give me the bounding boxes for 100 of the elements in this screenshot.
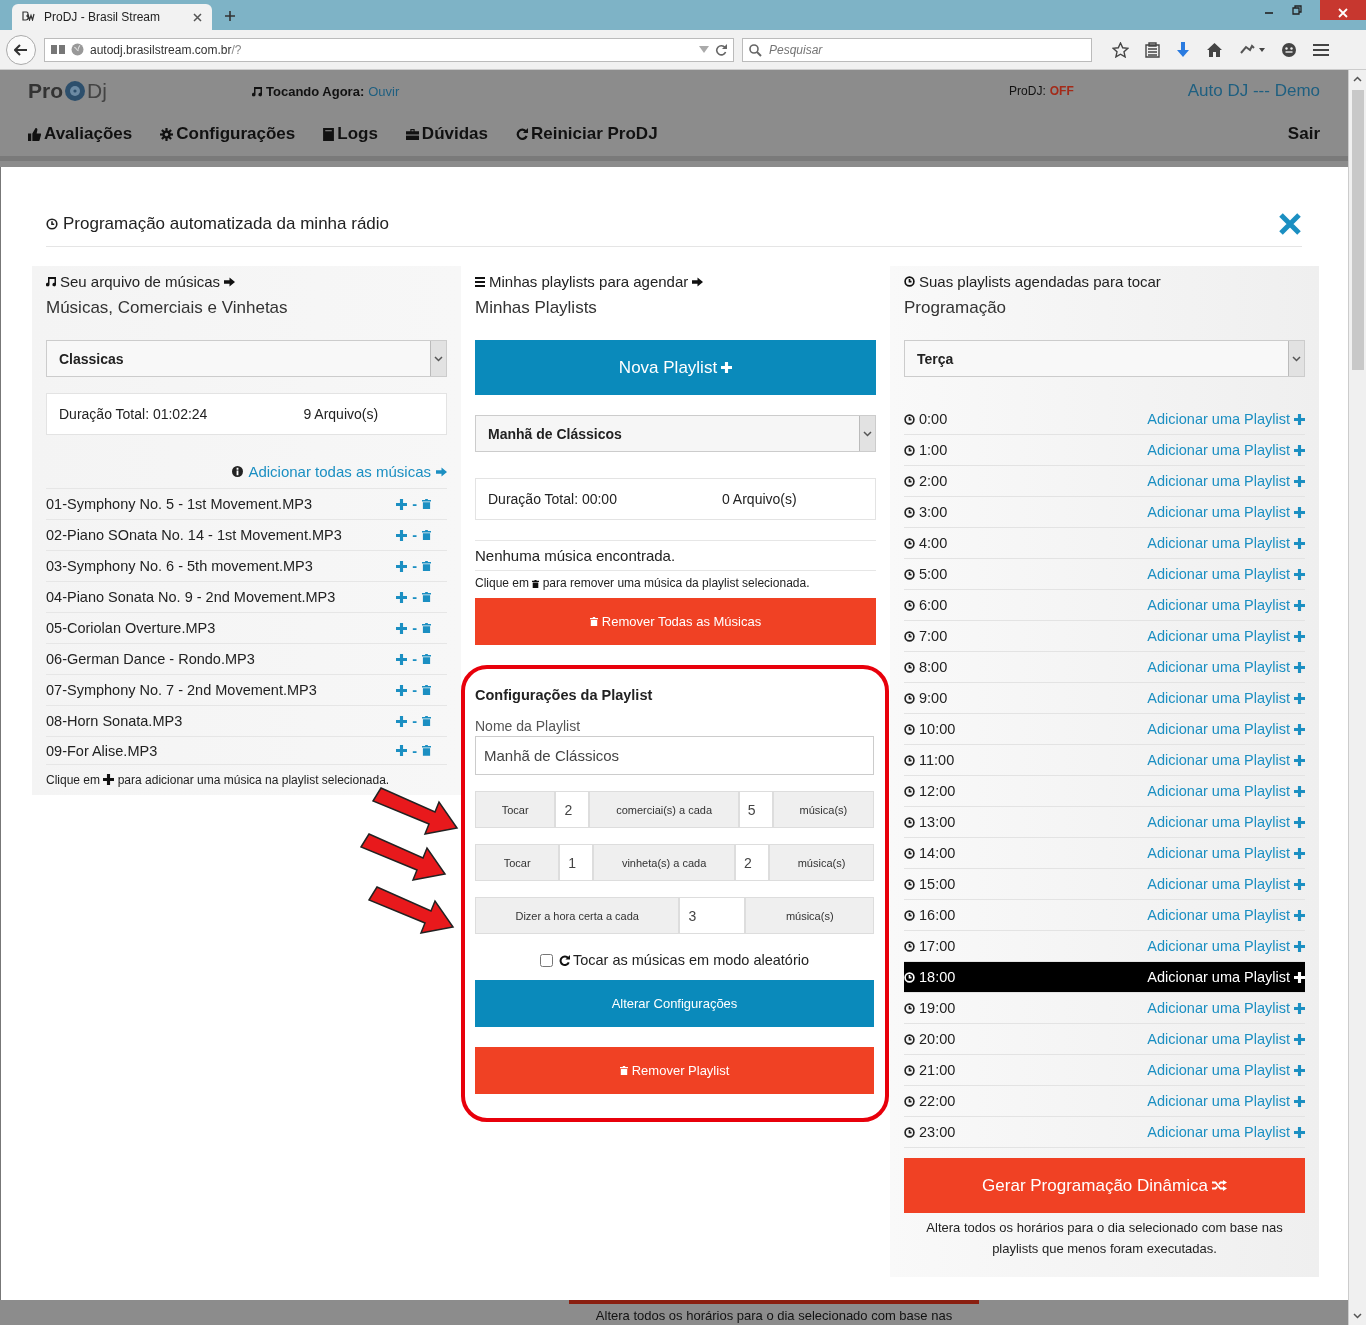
new-playlist-button[interactable]: Nova Playlist (475, 340, 876, 395)
song-name: 09-For Alise.MP3 (46, 742, 158, 759)
time-slot-row[interactable]: 6:00 Adicionar uma Playlist (904, 590, 1305, 621)
hint-text: Clique em para remover uma música da playlist selecionada. (475, 576, 811, 590)
nav-item[interactable]: Logs (323, 124, 378, 144)
time-slot-row[interactable]: 19:00 Adicionar uma Playlist (904, 993, 1305, 1024)
number-field[interactable]: 5 (738, 791, 773, 828)
scrollbar[interactable] (1348, 70, 1366, 1325)
section-caption: Minhas playlists para agendar (489, 273, 689, 290)
time-slot-row[interactable]: 2:00 Adicionar uma Playlist (904, 466, 1305, 497)
trash-icon (422, 591, 431, 603)
nav-item[interactable]: Configurações (160, 124, 296, 144)
back-button[interactable] (6, 34, 36, 65)
time-slot-row[interactable]: 3:00 Adicionar uma Playlist (904, 497, 1305, 528)
time-slot-row[interactable]: 15:00 Adicionar uma Playlist (904, 869, 1305, 900)
time-slot-row[interactable]: 18:00 Adicionar uma Playlist (904, 962, 1305, 993)
add-icon (396, 745, 408, 756)
time-slot-row[interactable]: 10:00 Adicionar uma Playlist (904, 714, 1305, 745)
smiley-icon[interactable] (1281, 41, 1297, 58)
time-slot-row[interactable]: 12:00 Adicionar uma Playlist (904, 776, 1305, 807)
add-icon (396, 529, 408, 541)
time-slot-row[interactable]: 13:00 Adicionar uma Playlist (904, 807, 1305, 838)
prodj-logo[interactable]: Pro Dj (28, 79, 248, 103)
time-slot-row[interactable]: 16:00 Adicionar uma Playlist (904, 900, 1305, 931)
grid-icon (51, 44, 65, 55)
time-slot-row[interactable]: 20:00 Adicionar uma Playlist (904, 1024, 1305, 1055)
search-field[interactable]: Pesquisar (742, 37, 1092, 62)
clock-icon (904, 599, 915, 611)
close-icon[interactable] (193, 12, 202, 22)
star-icon[interactable] (1112, 41, 1129, 58)
number-field[interactable]: 2 (735, 844, 769, 881)
trash-icon (589, 616, 598, 627)
nav-item[interactable]: Reiniciar ProDJ (516, 124, 658, 144)
playlist-select[interactable]: Manhã de Clássicos (475, 415, 876, 452)
playlist-name-field[interactable]: Manhã de Clássicos (475, 736, 874, 775)
music-note-icon (252, 85, 262, 97)
remove-playlist-button[interactable]: Remover Playlist (475, 1047, 874, 1094)
plus-icon (1294, 568, 1305, 580)
time-slot-row[interactable]: 9:00 Adicionar uma Playlist (904, 683, 1305, 714)
shuffle-checkbox[interactable] (539, 953, 553, 967)
new-tab-icon[interactable] (224, 10, 236, 22)
song-name: 03-Symphony No. 6 - 5th movement.MP3 (46, 558, 313, 574)
clock-icon (904, 816, 915, 828)
shuffle-icon (1211, 1180, 1227, 1191)
clock-icon (904, 444, 915, 456)
clock-icon (904, 847, 915, 859)
time-slot-row[interactable]: 11:00 Adicionar uma Playlist (904, 745, 1305, 776)
time-slot-row[interactable]: 21:00 Adicionar uma Playlist (904, 1055, 1305, 1086)
clipboard-icon[interactable] (1145, 41, 1160, 58)
browser-tab[interactable]: ProDJ - Brasil Stream (12, 4, 212, 30)
number-field[interactable]: 2 (555, 791, 590, 828)
clock-icon (904, 940, 915, 952)
time-slot-row[interactable]: 4:00 Adicionar uma Playlist (904, 528, 1305, 559)
scroll-up-icon[interactable] (1353, 76, 1362, 82)
reload-icon[interactable] (715, 43, 727, 56)
plus-icon (1294, 847, 1305, 859)
section-heading: Minhas Playlists (475, 298, 598, 318)
time-slot-row[interactable]: 14:00 Adicionar uma Playlist (904, 838, 1305, 869)
restore-icon[interactable] (1292, 5, 1302, 15)
add-all-link[interactable]: Adicionar todas as músicas (248, 463, 431, 480)
song-name: 05-Coriolan Overture.MP3 (46, 620, 216, 636)
scroll-down-icon[interactable] (1353, 1313, 1362, 1319)
nav-item[interactable]: Avaliações (28, 124, 133, 144)
scrollbar-thumb[interactable] (1351, 90, 1364, 370)
address-field[interactable]: autodj.brasilstream.com.br/? (44, 37, 734, 62)
time-slot-row[interactable]: 23:00 Adicionar uma Playlist (904, 1117, 1305, 1148)
close-icon[interactable] (1278, 212, 1302, 236)
remove-all-button[interactable]: Remover Todas as Músicas (475, 598, 876, 645)
time-slot-row[interactable]: 5:00 Adicionar uma Playlist (904, 559, 1305, 590)
number-field[interactable]: 3 (679, 897, 746, 934)
clock-icon (904, 506, 915, 518)
duration-text: Duração Total: 01:02:24 (59, 406, 208, 422)
time-slot-row[interactable]: 0:00 Adicionar uma Playlist (904, 404, 1305, 435)
logout-link[interactable]: Sair (1287, 124, 1320, 144)
file-count: 0 Arquivo(s) (721, 491, 797, 507)
plus-icon (1294, 630, 1305, 642)
clock-icon (904, 630, 915, 642)
plus-icon (1294, 692, 1305, 704)
plus-icon (1294, 971, 1305, 983)
window-close-button[interactable] (1320, 0, 1366, 20)
download-icon[interactable] (1176, 41, 1190, 58)
home-icon[interactable] (1206, 41, 1223, 58)
add-icon (396, 560, 408, 572)
time-slot-row[interactable]: 1:00 Adicionar uma Playlist (904, 435, 1305, 466)
menu-icon[interactable] (1313, 42, 1329, 57)
folder-select[interactable]: Classicas (46, 340, 447, 377)
dropdown-caret-icon (1288, 341, 1304, 376)
save-settings-button[interactable]: Alterar Configurações (475, 980, 874, 1027)
time-slot-row[interactable]: 22:00 Adicionar uma Playlist (904, 1086, 1305, 1117)
day-select[interactable]: Terça (904, 340, 1305, 377)
rule-label: música(s) (772, 791, 874, 828)
number-field[interactable]: 1 (559, 844, 594, 881)
song-name: 04-Piano Sonata No. 9 - 2nd Movement.MP3 (46, 589, 336, 605)
add-icon (396, 653, 408, 665)
music-note-icon (46, 276, 56, 287)
time-slot-row[interactable]: 7:00 Adicionar uma Playlist (904, 621, 1305, 652)
nav-item[interactable]: Dúvidas (405, 124, 488, 144)
time-slot-row[interactable]: 8:00 Adicionar uma Playlist (904, 652, 1305, 683)
plus-icon (1294, 816, 1305, 828)
generate-schedule-button[interactable]: Gerar Programação Dinâmica (904, 1158, 1305, 1213)
